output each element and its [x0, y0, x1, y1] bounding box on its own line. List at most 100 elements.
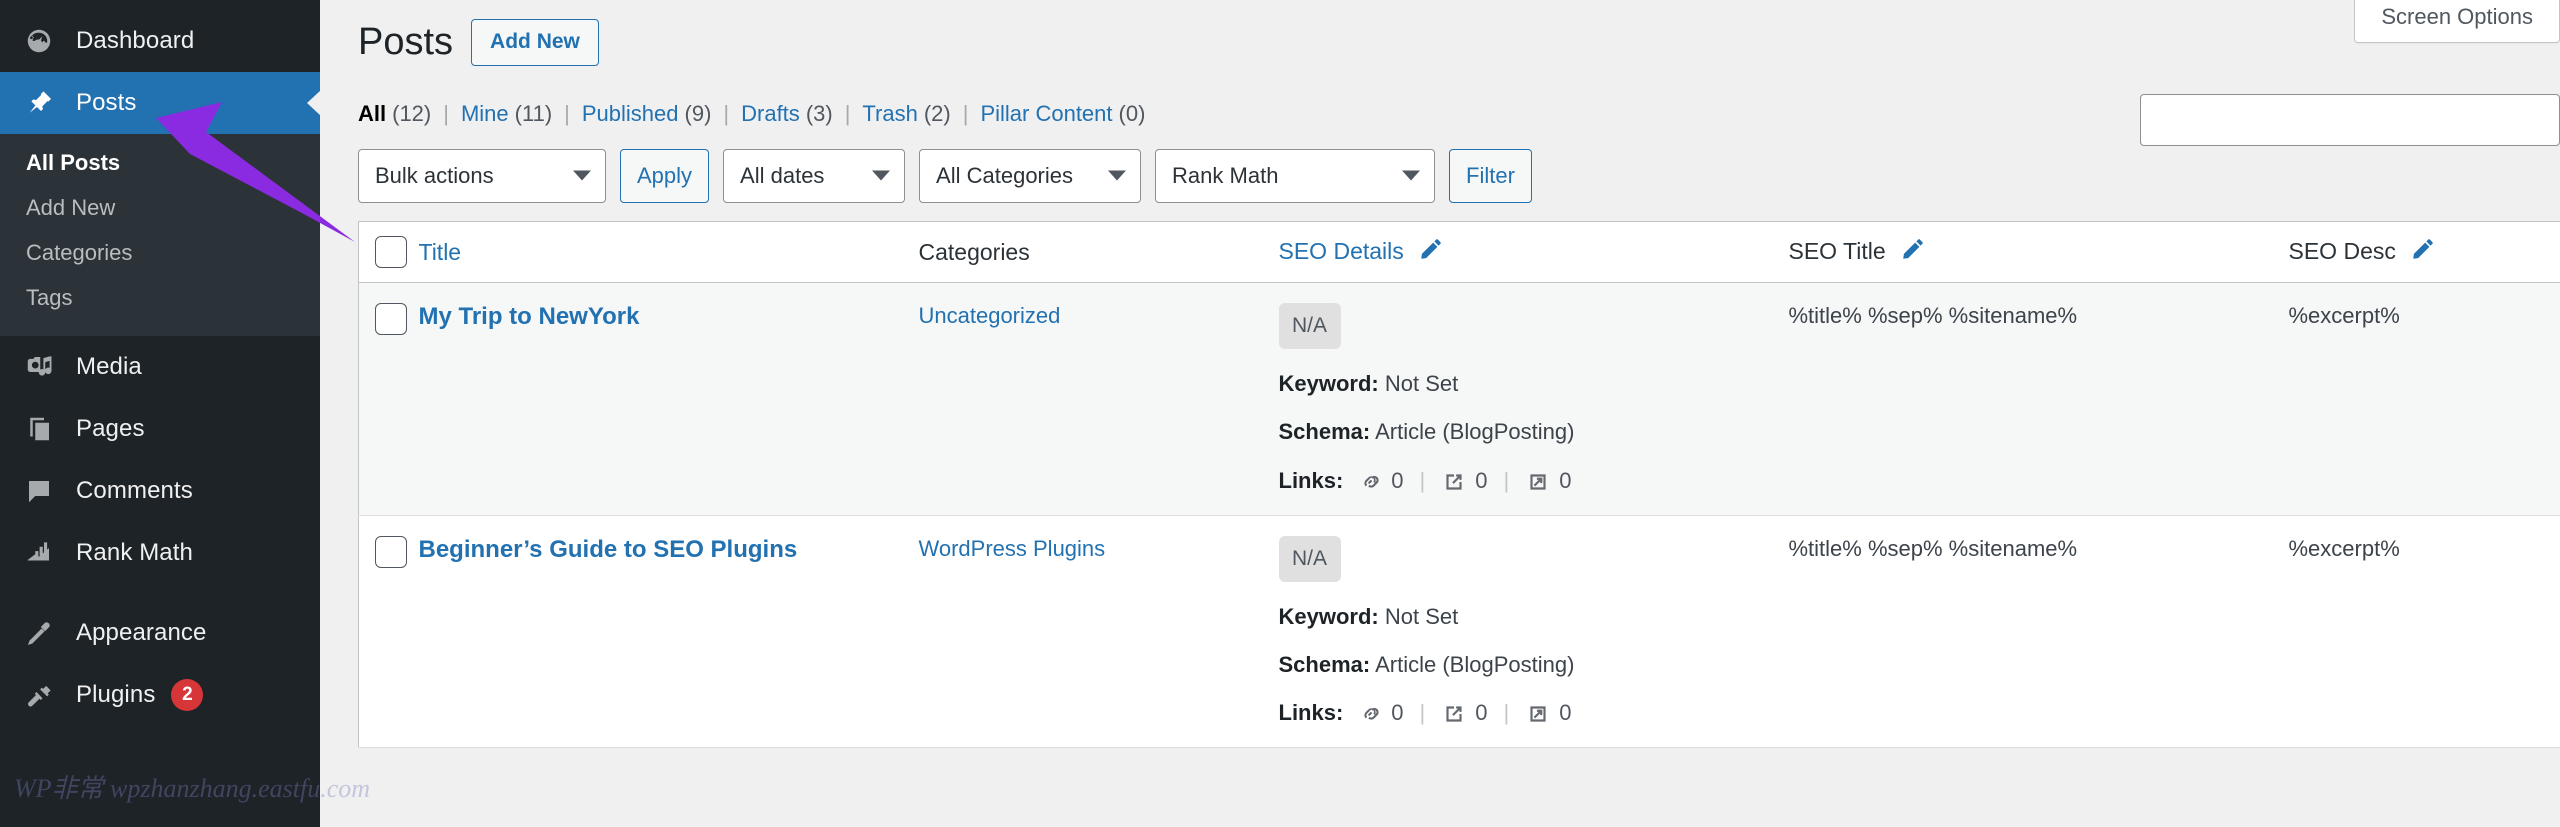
links-label: Links: [1278, 467, 1344, 493]
date-filter-value: All dates [740, 163, 825, 189]
seo-desc-value: %excerpt% [2288, 303, 2400, 329]
sidebar-item-comments[interactable]: Comments [0, 460, 320, 522]
status-divider: | [723, 101, 730, 127]
seo-score-badge: N/A [1278, 535, 1341, 582]
status-link-all-label[interactable]: All [358, 101, 386, 126]
sidebar-item-posts[interactable]: Posts [0, 72, 320, 134]
filter-label: Filter [1466, 163, 1515, 189]
post-title-link[interactable]: Beginner’s Guide to SEO Plugins [419, 536, 798, 563]
pencil-icon[interactable] [1900, 236, 1926, 268]
search-box [2140, 94, 2560, 146]
incoming-link-count: 0 [1559, 700, 1572, 726]
status-link-mine-label[interactable]: Mine [461, 101, 509, 126]
links-line: Links: 0 | 0 | 0 [1279, 700, 1779, 727]
seo-title-value: %title% %sep% %sitename% [1788, 303, 2078, 329]
schema-line: Schema: Article (BlogPosting) [1279, 652, 1779, 678]
sidebar-item-appearance[interactable]: Appearance [0, 602, 320, 664]
seo-score-badge: N/A [1278, 303, 1341, 350]
sidebar-subitem-all-posts[interactable]: All Posts [0, 140, 320, 185]
category-filter-select[interactable]: All Categories [919, 149, 1142, 204]
sidebar-item-label: Rank Math [76, 539, 193, 566]
pencil-icon[interactable] [2410, 236, 2436, 268]
apply-button[interactable]: Apply [620, 149, 710, 204]
status-divider: | [443, 101, 449, 127]
internal-link-icon [1357, 467, 1383, 494]
main-content: Screen Options Posts Add New All (12) | M… [320, 0, 2560, 827]
column-header-seo-details-label[interactable]: SEO Details [1279, 238, 1404, 264]
category-link[interactable]: Uncategorized [919, 303, 1061, 328]
sidebar-item-pages[interactable]: Pages [0, 398, 320, 460]
filter-button[interactable]: Filter [1449, 149, 1532, 204]
sidebar-item-rank-math[interactable]: Rank Math [0, 522, 320, 584]
status-link-pillar-label[interactable]: Pillar Content [980, 101, 1112, 126]
row-checkbox[interactable] [375, 535, 407, 568]
sidebar-item-label: Dashboard [76, 27, 195, 54]
status-link-drafts[interactable]: Drafts (3) [741, 101, 833, 127]
status-link-all[interactable]: All (12) [358, 101, 431, 127]
column-header-seo-desc-label: SEO Desc [2288, 238, 2396, 265]
status-link-published[interactable]: Published (9) [582, 101, 712, 127]
category-link[interactable]: WordPress Plugins [919, 536, 1106, 561]
column-header-categories-label: Categories [918, 238, 1030, 265]
sidebar-item-plugins[interactable]: Plugins 2 [0, 664, 320, 726]
brush-icon [18, 612, 60, 654]
posts-table: Title Categories SEO Details SEO Title S… [358, 221, 2560, 748]
status-link-trash-label[interactable]: Trash [862, 101, 917, 126]
links-divider: | [1419, 467, 1426, 493]
row-seo-details-cell: N/A Keyword: Not Set Schema: Article (Bl… [1278, 515, 1789, 748]
sidebar-subitem-add-new[interactable]: Add New [0, 185, 320, 230]
media-icon [18, 346, 60, 388]
internal-link-count: 0 [1391, 700, 1404, 726]
plug-icon [18, 674, 60, 716]
bulk-actions-select[interactable]: Bulk actions [358, 149, 606, 204]
status-link-pillar-count: (0) [1118, 101, 1146, 127]
status-link-published-label[interactable]: Published [582, 101, 679, 126]
row-checkbox[interactable] [375, 303, 407, 336]
pencil-icon[interactable] [1418, 236, 1444, 268]
row-category-cell: WordPress Plugins [918, 515, 1279, 748]
seo-title-value: %title% %sep% %sitename% [1788, 535, 2078, 561]
search-input[interactable] [2140, 94, 2560, 146]
sidebar-item-dashboard[interactable]: Dashboard [0, 10, 320, 72]
chevron-down-icon [573, 170, 591, 181]
seo-desc-value: %excerpt% [2288, 535, 2400, 561]
links-divider: | [1503, 700, 1510, 726]
row-title-cell: My Trip to NewYork [418, 282, 919, 516]
status-link-drafts-label[interactable]: Drafts [741, 101, 800, 126]
incoming-link-icon [1525, 467, 1551, 494]
date-filter-select[interactable]: All dates [723, 149, 906, 204]
links-line: Links: 0 | 0 | 0 [1279, 467, 1779, 494]
apply-label: Apply [637, 163, 693, 189]
status-link-mine[interactable]: Mine (11) [461, 101, 552, 127]
incoming-link-count: 0 [1559, 467, 1572, 493]
incoming-link-icon [1525, 700, 1551, 727]
column-header-title[interactable]: Title [418, 221, 919, 284]
schema-value: Article (BlogPosting) [1375, 419, 1575, 445]
row-title-cell: Beginner’s Guide to SEO Plugins [418, 515, 919, 748]
rank-math-filter-select[interactable]: Rank Math [1155, 149, 1436, 204]
row-seo-title-cell: %title% %sep% %sitename% [1788, 515, 2289, 748]
row-seo-details-cell: N/A Keyword: Not Set Schema: Article (Bl… [1278, 282, 1789, 516]
keyword-line: Keyword: Not Set [1279, 604, 1779, 630]
screen-options-tab[interactable]: Screen Options [2354, 0, 2560, 43]
rank-math-filter-value: Rank Math [1172, 163, 1279, 189]
sidebar-subitem-label: Categories [26, 240, 133, 265]
select-all-header [358, 221, 419, 284]
sidebar-subitem-tags[interactable]: Tags [0, 275, 320, 320]
sidebar-item-media[interactable]: Media [0, 336, 320, 398]
column-header-title-label[interactable]: Title [419, 239, 462, 265]
links-label: Links: [1278, 700, 1344, 726]
posts-submenu: All Posts Add New Categories Tags [0, 134, 320, 336]
column-header-seo-details[interactable]: SEO Details [1278, 221, 1789, 284]
sidebar-subitem-categories[interactable]: Categories [0, 230, 320, 275]
column-header-categories: Categories [918, 221, 1279, 284]
post-title-link[interactable]: My Trip to NewYork [419, 303, 640, 330]
links-divider: | [1503, 467, 1510, 493]
select-all-checkbox[interactable] [375, 236, 407, 269]
status-link-trash[interactable]: Trash (2) [862, 101, 950, 127]
rank-math-icon [18, 532, 60, 574]
keyword-value: Not Set [1384, 371, 1459, 397]
keyword-line: Keyword: Not Set [1279, 371, 1779, 397]
add-new-button[interactable]: Add New [471, 19, 599, 67]
status-link-pillar-content[interactable]: Pillar Content (0) [980, 101, 1145, 127]
